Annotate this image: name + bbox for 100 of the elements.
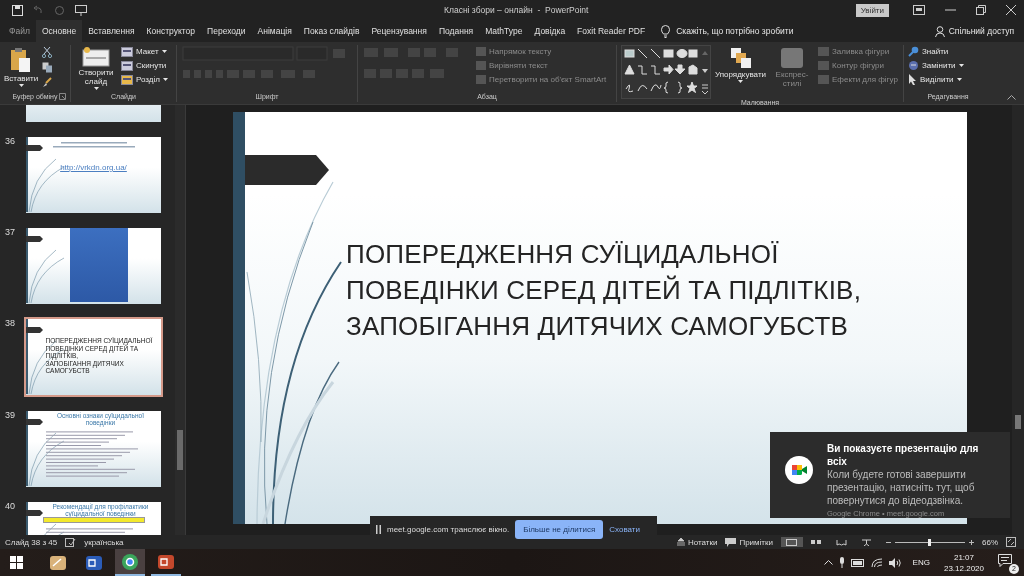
- layout-icon: [121, 46, 133, 57]
- scrollbar-thumb[interactable]: [177, 430, 183, 470]
- zoom-level[interactable]: 66%: [982, 537, 998, 547]
- quick-styles-icon: [780, 47, 805, 69]
- chrome-icon[interactable]: [115, 549, 145, 576]
- notification-title: Ви показуєте презентацію для всіх: [827, 442, 980, 468]
- slide-thumbnail[interactable]: [25, 227, 162, 305]
- save-icon[interactable]: [12, 4, 23, 16]
- replace-icon: [908, 60, 919, 71]
- slide-counter: Слайд 38 з 45: [5, 537, 58, 547]
- ribbon-tab[interactable]: Показ слайдів: [297, 20, 366, 42]
- spellcheck-icon[interactable]: [65, 537, 77, 547]
- wifi-icon[interactable]: [870, 557, 883, 568]
- restore-icon[interactable]: [976, 5, 986, 15]
- lightbulb-icon: [661, 24, 671, 38]
- notification-message: Коли будете готові завершити презентацію, натисніть тут, щоб повернутися до відеодзвінка.: [827, 468, 976, 507]
- ribbon-command[interactable]: Скинути: [121, 60, 168, 71]
- ribbon-tab[interactable]: Конструктор: [140, 20, 202, 42]
- stop-sharing-button[interactable]: Більше не ділитися: [515, 520, 604, 539]
- new-slide-icon: [82, 47, 110, 67]
- start-icon[interactable]: [10, 556, 23, 569]
- language-label[interactable]: українська: [84, 537, 124, 547]
- volume-icon[interactable]: [888, 557, 901, 568]
- ribbon-tab[interactable]: Подання: [432, 20, 480, 42]
- ribbon-tab[interactable]: Переходи: [201, 20, 252, 42]
- caret-icon: [161, 50, 167, 53]
- ribbon-display-icon[interactable]: [913, 5, 925, 15]
- notes-icon: [676, 538, 685, 546]
- cursor-icon: [908, 74, 917, 85]
- copy-icon[interactable]: [42, 62, 54, 73]
- comment-icon: [725, 537, 737, 547]
- new-slide-button[interactable]: Створити слайд: [75, 45, 117, 90]
- window-title: Класні збори – онлайн - PowerPoint: [444, 5, 589, 15]
- slide-thumbnail[interactable]: http://vrkdn.org.ua/: [25, 136, 162, 214]
- notes-button[interactable]: Нотатки: [676, 537, 718, 547]
- scrollbar-thumb[interactable]: [1015, 415, 1021, 429]
- ribbon-tab[interactable]: Основне: [35, 20, 83, 42]
- caret-icon: [958, 64, 964, 67]
- arrange-icon: [729, 47, 752, 69]
- dialog-launcher-icon[interactable]: [59, 93, 66, 100]
- input-language[interactable]: ENG: [912, 558, 930, 567]
- search-icon: [908, 46, 919, 57]
- chevron-up-icon[interactable]: [823, 560, 833, 565]
- shape-format-icon: [818, 61, 830, 70]
- message-icon: [998, 553, 1012, 567]
- person-icon: [934, 25, 946, 37]
- battery-icon[interactable]: [850, 558, 865, 567]
- caret-icon: [162, 78, 168, 81]
- section-icon: [121, 74, 133, 85]
- clock[interactable]: 21:07 23.12.2020: [943, 551, 984, 574]
- caret-icon: [956, 78, 962, 81]
- ribbon-tab[interactable]: Довідка: [528, 20, 572, 42]
- hide-link[interactable]: Сховати: [609, 525, 640, 534]
- tell-me-field[interactable]: Скажіть, що потрібно зробити: [661, 20, 794, 42]
- microphone-icon[interactable]: [838, 557, 845, 568]
- scrollbar[interactable]: [1012, 105, 1024, 535]
- ribbon-command[interactable]: Розділ: [121, 74, 168, 85]
- zoom-in-icon[interactable]: [969, 539, 974, 545]
- close-icon[interactable]: [1006, 5, 1016, 15]
- slide-number: 38: [5, 318, 16, 330]
- shape-format-icon: [818, 47, 830, 56]
- slide-number: 36: [5, 136, 16, 148]
- slide-title[interactable]: ПОПЕРЕДЖЕННЯ СУЇЦИДАЛЬНОЇ ПОВЕДІНКИ СЕРЕД ДІТЕЙ ТА ПІДЛІТКІВ, ЗАПОБІГАННЯ ДИТЯЧИХ САМОГУБСТВ: [346, 236, 862, 344]
- slide-number: 39: [5, 410, 16, 422]
- ribbon-tab[interactable]: Рецензування: [365, 20, 433, 42]
- slide-number: 37: [5, 227, 16, 239]
- shapes-gallery[interactable]: [621, 45, 711, 99]
- ribbon-tab[interactable]: Foxit Reader PDF: [571, 20, 652, 42]
- reset-icon: [121, 60, 133, 71]
- caret-icon: [738, 80, 743, 83]
- ribbon-command[interactable]: Виділити: [908, 74, 964, 85]
- scrollbar[interactable]: [175, 105, 185, 535]
- ribbon-tab[interactable]: Вставлення: [82, 20, 141, 42]
- paste-button[interactable]: Вставити: [4, 45, 39, 87]
- shape-format-icon: [818, 75, 830, 84]
- fit-slide-icon[interactable]: [1006, 537, 1016, 547]
- scissors-icon[interactable]: [42, 47, 53, 58]
- ribbon-tab[interactable]: MathType: [479, 20, 529, 42]
- video-camera-icon: [785, 456, 813, 484]
- sign-in-button[interactable]: Увійти: [855, 3, 889, 17]
- collapse-ribbon-icon[interactable]: [1007, 95, 1016, 100]
- caret-icon: [18, 84, 24, 87]
- ribbon-command[interactable]: Замінити: [908, 60, 964, 71]
- shapes-icon: [623, 47, 699, 97]
- thumbnail-link: http://vrkdn.org.ua/: [60, 163, 127, 172]
- arrange-button[interactable]: Упорядкувати: [715, 45, 767, 83]
- ribbon-tab[interactable]: Анімація: [251, 20, 298, 42]
- pause-icon: [376, 525, 381, 534]
- presentation-icon[interactable]: [75, 4, 87, 16]
- ribbon-command[interactable]: Знайти: [908, 46, 964, 57]
- clipboard-icon: [10, 47, 33, 73]
- caret-icon: [93, 87, 99, 90]
- share-button[interactable]: Спільний доступ: [934, 20, 1024, 42]
- normal-view-icon[interactable]: [781, 537, 803, 547]
- ribbon-command[interactable]: Макет: [121, 46, 168, 57]
- format-brush-icon[interactable]: [42, 77, 54, 88]
- comments-button[interactable]: Примітки: [725, 537, 773, 547]
- ribbon-tab[interactable]: Файл: [3, 20, 36, 42]
- slide-number: 40: [5, 501, 16, 513]
- share-message: meet.google.com транслює вікно.: [387, 525, 510, 534]
